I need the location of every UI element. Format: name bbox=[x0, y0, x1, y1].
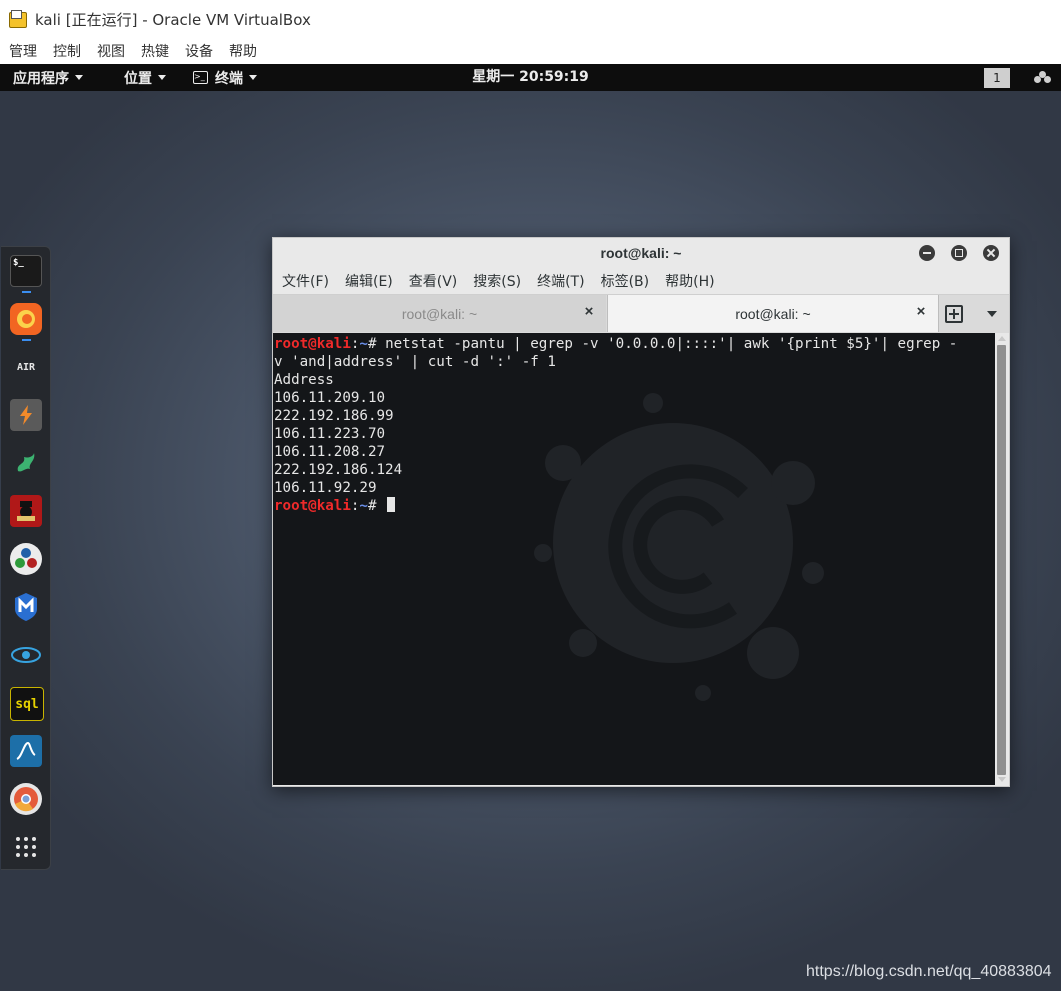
minimize-icon[interactable] bbox=[919, 245, 935, 261]
terminal-scrollbar[interactable] bbox=[995, 333, 1008, 785]
metasploit-icon[interactable] bbox=[10, 591, 42, 623]
menu-search[interactable]: 搜索(S) bbox=[473, 271, 521, 291]
terminal-text: root@kali:~# netstat -pantu | egrep -v '… bbox=[274, 335, 994, 515]
wireshark-icon[interactable] bbox=[10, 735, 42, 767]
terminal-icon: >_ bbox=[193, 71, 208, 84]
prompt-path: ~ bbox=[359, 498, 368, 514]
window-title: kali [正在运行] - Oracle VM VirtualBox bbox=[35, 10, 311, 29]
prompt-line: root@kali:~# bbox=[274, 497, 994, 515]
prompt-user: root@kali bbox=[274, 498, 351, 514]
chromium-icon[interactable] bbox=[10, 783, 42, 815]
output-line: 106.11.209.10 bbox=[274, 390, 386, 406]
prompt-path: ~ bbox=[359, 336, 368, 352]
csdn-watermark: https://blog.csdn.net/qq_40883804 bbox=[806, 963, 1052, 980]
command-text: netstat -pantu | egrep -v '0.0.0.0|::::'… bbox=[385, 336, 958, 352]
close-icon[interactable]: × bbox=[915, 304, 927, 319]
tab-label: root@kali: ~ bbox=[735, 305, 811, 322]
aircrack-icon[interactable]: AIR bbox=[10, 351, 42, 383]
menu-file[interactable]: 文件(F) bbox=[282, 271, 329, 291]
output-line: 106.11.208.27 bbox=[274, 444, 386, 460]
applications-menu[interactable]: 应用程序 bbox=[13, 64, 83, 91]
workspace-indicator[interactable]: 1 bbox=[984, 68, 1010, 88]
chevron-down-icon bbox=[158, 75, 166, 80]
maximize-icon[interactable] bbox=[951, 245, 967, 261]
tab-bar: root@kali: ~ × root@kali: ~ × bbox=[273, 294, 1009, 333]
prompt-symbol: # bbox=[367, 498, 386, 514]
burpsuite-icon[interactable] bbox=[10, 399, 42, 431]
virtualbox-menubar: 管理 控制 视图 热键 设备 帮助 bbox=[0, 38, 1061, 64]
firefox-icon[interactable] bbox=[10, 303, 42, 335]
menu-help[interactable]: 帮助(H) bbox=[665, 271, 714, 291]
menu-hotkeys[interactable]: 热键 bbox=[141, 41, 169, 61]
running-indicator bbox=[22, 339, 31, 341]
command-line: root@kali:~# netstat -pantu | egrep -v '… bbox=[274, 335, 994, 353]
chevron-down-icon bbox=[75, 75, 83, 80]
guest-desktop: 星期一 20:59:19 应用程序 位置 >_ 终端 1 $_ AIR sql … bbox=[0, 64, 1061, 991]
prompt-user: root@kali bbox=[274, 336, 351, 352]
virtualbox-titlebar[interactable]: kali [正在运行] - Oracle VM VirtualBox bbox=[0, 0, 1061, 38]
menu-manage[interactable]: 管理 bbox=[9, 41, 37, 61]
command-line-wrap: v 'and|address' | cut -d ':' -f 1 bbox=[274, 354, 556, 370]
system-status-icon[interactable] bbox=[1034, 71, 1052, 84]
menu-control[interactable]: 控制 bbox=[53, 41, 81, 61]
menu-terminal[interactable]: 终端(T) bbox=[537, 271, 584, 291]
terminal-titlebar[interactable]: root@kali: ~ bbox=[273, 238, 1009, 268]
maltego-icon[interactable] bbox=[10, 543, 42, 575]
tab-terminal-2[interactable]: root@kali: ~ × bbox=[607, 295, 939, 332]
beef-icon[interactable] bbox=[10, 495, 42, 527]
tab-terminal-1[interactable]: root@kali: ~ × bbox=[273, 295, 606, 332]
places-menu[interactable]: 位置 bbox=[124, 64, 166, 91]
places-label: 位置 bbox=[124, 70, 152, 87]
scroll-down-icon[interactable] bbox=[998, 777, 1006, 782]
terminal-app-menu[interactable]: >_ 终端 bbox=[193, 64, 257, 91]
virtualbox-app-icon bbox=[9, 10, 29, 28]
sqlmap-icon[interactable]: sql bbox=[10, 687, 44, 721]
menu-devices[interactable]: 设备 bbox=[185, 41, 213, 61]
output-line: 222.192.186.124 bbox=[274, 462, 403, 478]
menu-view[interactable]: 视图 bbox=[97, 41, 125, 61]
dock: $_ AIR sql bbox=[1, 246, 51, 870]
faraday-icon[interactable] bbox=[10, 639, 42, 671]
menu-edit[interactable]: 编辑(E) bbox=[345, 271, 393, 291]
gnome-top-panel: 星期一 20:59:19 应用程序 位置 >_ 终端 1 bbox=[0, 64, 1061, 91]
terminal-window-title: root@kali: ~ bbox=[600, 245, 682, 261]
terminal-output-area[interactable]: root@kali:~# netstat -pantu | egrep -v '… bbox=[273, 333, 995, 785]
applications-label: 应用程序 bbox=[13, 70, 69, 87]
running-indicator bbox=[22, 291, 31, 293]
terminal-icon[interactable]: $_ bbox=[10, 255, 42, 287]
terminal-menu-label: 终端 bbox=[215, 70, 243, 87]
chevron-down-icon[interactable] bbox=[987, 311, 997, 317]
terminal-window: root@kali: ~ 文件(F) 编辑(E) 查看(V) 搜索(S) 终端(… bbox=[272, 237, 1010, 787]
app-grid-icon[interactable] bbox=[10, 831, 42, 863]
close-icon[interactable]: × bbox=[583, 304, 595, 319]
terminal-menubar: 文件(F) 编辑(E) 查看(V) 搜索(S) 终端(T) 标签(B) 帮助(H… bbox=[273, 268, 1009, 294]
text-cursor bbox=[387, 497, 396, 512]
tab-label: root@kali: ~ bbox=[401, 305, 478, 322]
output-line: 106.11.92.29 bbox=[274, 480, 377, 496]
scrollbar-thumb[interactable] bbox=[997, 345, 1006, 775]
scroll-up-icon[interactable] bbox=[998, 336, 1006, 341]
chevron-down-icon bbox=[249, 75, 257, 80]
menu-view[interactable]: 查看(V) bbox=[409, 271, 458, 291]
output-line: 106.11.223.70 bbox=[274, 426, 386, 442]
armitage-icon[interactable] bbox=[10, 447, 42, 479]
output-line: 222.192.186.99 bbox=[274, 408, 394, 424]
menu-help[interactable]: 帮助 bbox=[229, 41, 257, 61]
prompt-symbol: # bbox=[367, 336, 386, 352]
menu-tabs[interactable]: 标签(B) bbox=[601, 271, 650, 291]
output-line: Address bbox=[274, 372, 334, 388]
close-icon[interactable] bbox=[983, 245, 999, 261]
new-tab-icon[interactable] bbox=[945, 305, 963, 323]
